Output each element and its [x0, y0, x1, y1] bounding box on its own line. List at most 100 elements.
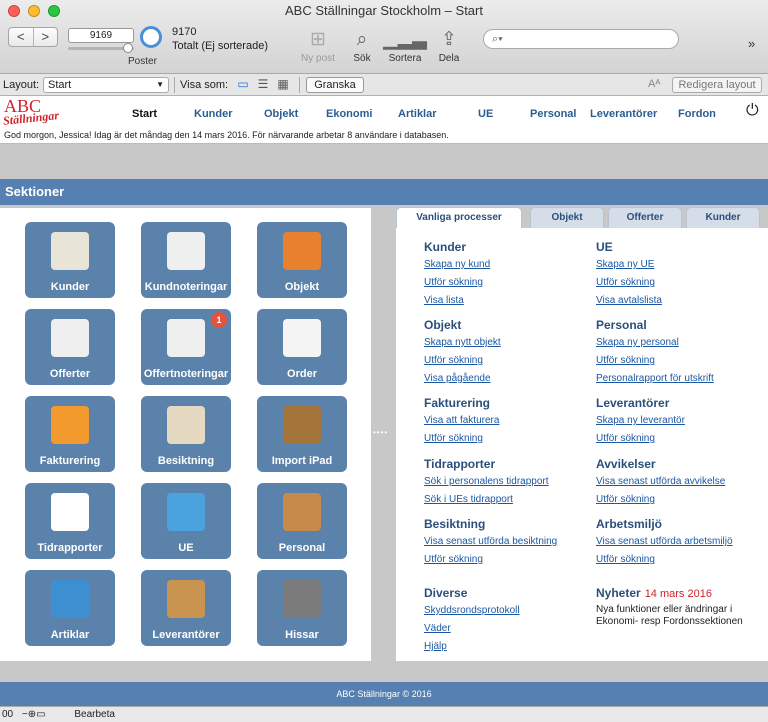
power-icon[interactable]: ⏻: [746, 102, 759, 120]
people-icon: [283, 493, 321, 531]
link-personalrapport[interactable]: Personalrapport för utskrift: [596, 372, 714, 390]
nav-fordon[interactable]: Fordon: [678, 108, 716, 120]
nav-artiklar[interactable]: Artiklar: [398, 108, 437, 120]
form-view-icon[interactable]: ▭: [236, 78, 250, 90]
table-view-icon[interactable]: ▦: [276, 78, 290, 90]
link-visa-avtalslista[interactable]: Visa avtalslista: [596, 294, 662, 312]
section-heading: Arbetsmiljö: [596, 517, 663, 531]
tile-fakturering[interactable]: Fakturering: [25, 396, 115, 472]
link-utfor-sokning[interactable]: Utför sökning: [596, 553, 733, 571]
sort-button[interactable]: ▁▂▃ Sortera: [381, 27, 429, 64]
nav-leverantorer[interactable]: Leverantörer: [590, 108, 657, 120]
tab-vanliga-processer[interactable]: Vanliga processer: [396, 207, 522, 228]
share-button[interactable]: ⇪ Dela: [425, 27, 473, 64]
share-label: Dela: [438, 53, 460, 64]
tile-ue[interactable]: UE: [141, 483, 231, 559]
section-heading: Diverse: [424, 586, 468, 600]
layout-select[interactable]: Start ▼: [43, 77, 169, 93]
share-icon: ⇪: [441, 29, 457, 50]
tile-label: Leverantörer: [152, 629, 220, 641]
next-record-button[interactable]: >: [34, 28, 58, 46]
document-icon: [51, 319, 89, 357]
group-icon: [167, 493, 205, 531]
link-skapa-ny-leverantor[interactable]: Skapa ny leverantör: [596, 414, 685, 432]
nav-kunder[interactable]: Kunder: [194, 108, 233, 120]
layout-select-value: Start: [48, 79, 72, 91]
font-size-icon[interactable]: Aᴬ: [648, 78, 660, 90]
status-bar: 00 −⊕▭ Bearbeta: [0, 706, 768, 722]
tile-leverantörer[interactable]: Leverantörer: [141, 570, 231, 646]
edit-layout-button[interactable]: Redigera layout: [672, 77, 762, 93]
link-utfor-sokning[interactable]: Utför sökning: [596, 432, 685, 450]
tile-kundnoteringar[interactable]: Kundnoteringar: [141, 222, 231, 298]
tile-tidrapporter[interactable]: Tidrapporter: [25, 483, 115, 559]
link-skapa-ny-kund[interactable]: Skapa ny kund: [424, 258, 490, 276]
nav-start[interactable]: Start: [132, 108, 157, 120]
record-slider-knob[interactable]: [123, 43, 133, 53]
current-record-field[interactable]: 9169: [68, 28, 134, 43]
link-hjalp[interactable]: Hjälp: [424, 640, 520, 658]
tile-artiklar[interactable]: Artiklar: [25, 570, 115, 646]
nav-personal[interactable]: Personal: [530, 108, 576, 120]
tile-offertnoteringar[interactable]: Offertnoteringar 1: [141, 309, 231, 385]
tile-offerter[interactable]: Offerter: [25, 309, 115, 385]
link-visa-lista[interactable]: Visa lista: [424, 294, 490, 312]
quick-search-input[interactable]: ⌕▾: [483, 29, 679, 49]
preview-button[interactable]: Granska: [306, 77, 364, 93]
found-set-pie-icon[interactable]: [140, 26, 162, 48]
link-visa-senast-besiktning[interactable]: Visa senast utförda besiktning: [424, 535, 557, 553]
link-utfor-sokning[interactable]: Utför sökning: [424, 276, 490, 294]
new-record-button[interactable]: ⊞ Ny post: [294, 27, 342, 64]
tile-personal[interactable]: Personal: [257, 483, 347, 559]
tile-label: UE: [178, 542, 194, 554]
splitter-handle[interactable]: ••••: [373, 428, 388, 437]
link-skapa-nytt-objekt[interactable]: Skapa nytt objekt: [424, 336, 501, 354]
link-sok-ues-tidrapport[interactable]: Sök i UEs tidrapport: [424, 493, 549, 511]
tile-label: Hissar: [285, 629, 319, 641]
link-visa-pagaende[interactable]: Visa pågående: [424, 372, 501, 390]
link-skapa-ny-ue[interactable]: Skapa ny UE: [596, 258, 662, 276]
contact-card-icon: [51, 232, 89, 270]
search-button[interactable]: ⌕ Sök: [338, 27, 386, 64]
tile-kunder[interactable]: Kunder: [25, 222, 115, 298]
more-toolbar-chevron-icon[interactable]: »: [748, 36, 755, 51]
tile-order[interactable]: Order: [257, 309, 347, 385]
link-visa-senast-arbetsmiljo[interactable]: Visa senast utförda arbetsmiljö: [596, 535, 733, 553]
link-utfor-sokning[interactable]: Utför sökning: [596, 493, 725, 511]
nav-objekt[interactable]: Objekt: [264, 108, 298, 120]
zoom-level[interactable]: 00: [2, 709, 13, 720]
link-utfor-sokning[interactable]: Utför sökning: [424, 354, 501, 372]
tab-objekt[interactable]: Objekt: [530, 207, 604, 228]
window-title: ABC Ställningar Stockholm – Start: [285, 3, 483, 18]
tab-offerter[interactable]: Offerter: [608, 207, 682, 228]
nav-ekonomi[interactable]: Ekonomi: [326, 108, 372, 120]
link-utfor-sokning[interactable]: Utför sökning: [596, 276, 662, 294]
total-record-count: 9170: [172, 26, 197, 38]
pinned-note-icon: [167, 319, 205, 357]
zoom-controls-icon[interactable]: −⊕▭: [22, 709, 46, 720]
tile-label: Personal: [278, 542, 326, 554]
app-header: ABC Ställningar Start Kunder Objekt Ekon…: [0, 96, 768, 128]
link-utfor-sokning[interactable]: Utför sökning: [424, 553, 557, 571]
link-utfor-sokning[interactable]: Utför sökning: [424, 432, 499, 450]
section-heading: Personal: [596, 318, 647, 332]
nav-ue[interactable]: UE: [478, 108, 493, 120]
link-visa-att-fakturera[interactable]: Visa att fakturera: [424, 414, 499, 432]
link-skapa-ny-personal[interactable]: Skapa ny personal: [596, 336, 714, 354]
tile-besiktning[interactable]: Besiktning: [141, 396, 231, 472]
link-utfor-sokning[interactable]: Utför sökning: [596, 354, 714, 372]
link-sok-personalens-tidrapport[interactable]: Sök i personalens tidrapport: [424, 475, 549, 493]
previous-record-button[interactable]: <: [9, 28, 34, 46]
link-vader[interactable]: Väder: [424, 622, 520, 640]
record-nav-buttons: < >: [8, 27, 58, 47]
link-visa-senast-avvikelse[interactable]: Visa senast utförda avvikelse: [596, 475, 725, 493]
news-heading: Nyheter 14 mars 2016: [596, 586, 712, 600]
tile-hissar[interactable]: Hissar: [257, 570, 347, 646]
link-skyddsrondsprotokoll[interactable]: Skyddsrondsprotokoll: [424, 604, 520, 622]
tab-kunder[interactable]: Kunder: [686, 207, 760, 228]
tile-objekt[interactable]: Objekt: [257, 222, 347, 298]
tile-import-ipad[interactable]: Import iPad: [257, 396, 347, 472]
list-view-icon[interactable]: ☰: [256, 78, 270, 90]
clipboard-icon: [167, 406, 205, 444]
scissor-lift-icon: [283, 580, 321, 618]
